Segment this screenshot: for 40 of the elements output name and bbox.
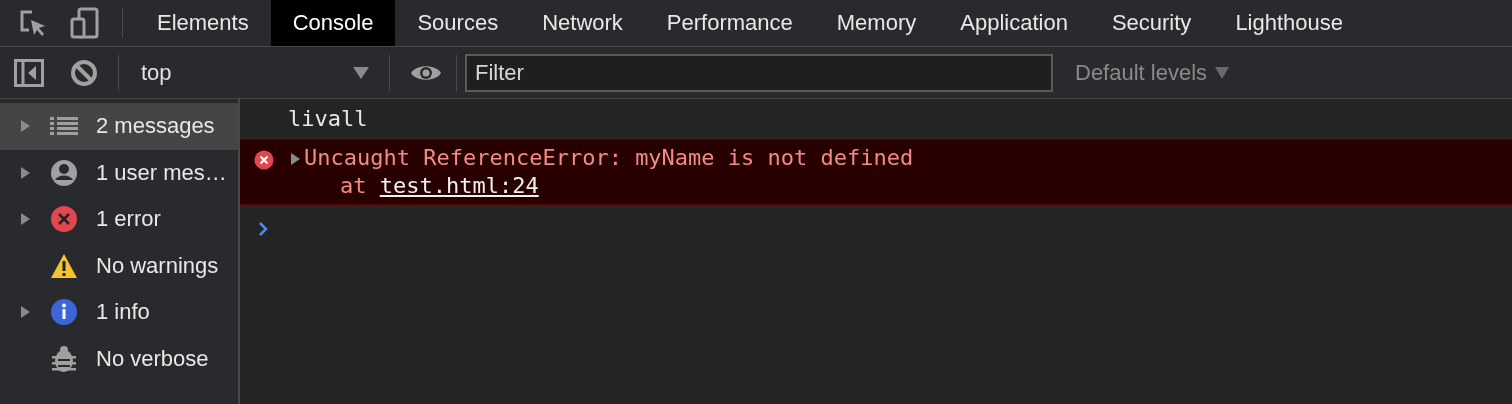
stack-prefix: at [340, 173, 367, 198]
error-icon [50, 205, 78, 234]
tab[interactable]: Lighthouse [1213, 0, 1366, 46]
bug-icon [51, 344, 77, 373]
log-message: livall [287, 105, 369, 133]
sidebar-item[interactable]: 2 messages [0, 103, 238, 150]
user-icon [50, 158, 78, 187]
expand-arrow-icon[interactable] [20, 213, 30, 226]
expand-arrow-icon[interactable] [20, 166, 30, 179]
tab[interactable]: Network [520, 0, 645, 46]
expand-arrow-icon[interactable] [290, 153, 300, 165]
tab[interactable]: Console [270, 0, 396, 46]
prompt-icon[interactable] [258, 221, 268, 237]
clear-icon[interactable] [70, 58, 98, 87]
filter-field[interactable]: Filter [465, 53, 1053, 92]
tab[interactable]: Sources [395, 0, 521, 46]
sidebar-item[interactable]: No verbose [0, 335, 238, 382]
error-text: Uncaught ReferenceError: myName is not defined [304, 144, 914, 172]
context-dropdown[interactable]: top [129, 59, 379, 86]
expand-arrow-icon[interactable] [20, 306, 30, 319]
tab[interactable]: Performance [644, 0, 815, 46]
expand-arrow-icon[interactable] [20, 120, 30, 133]
tab[interactable]: Application [938, 0, 1090, 46]
sidebar-item[interactable]: No warnings [0, 242, 238, 289]
source-link[interactable]: test.html:24 [379, 173, 539, 198]
caret-icon [353, 66, 369, 79]
sidebar-item[interactable]: 1 error [0, 196, 238, 243]
tab[interactable]: Security [1089, 0, 1214, 46]
sidebar-item[interactable]: 1 user mes… [0, 149, 238, 196]
sidebar-item[interactable]: 1 info [0, 289, 238, 336]
info-icon [50, 298, 78, 327]
error-icon [254, 150, 274, 170]
tab[interactable]: Memory [814, 0, 939, 46]
levels-dropdown[interactable]: Default levels [1069, 58, 1236, 87]
warning-icon [50, 252, 78, 279]
list-icon [50, 116, 78, 137]
device-icon[interactable] [70, 7, 100, 39]
caret-icon [1215, 66, 1230, 79]
tab[interactable]: Elements [135, 0, 271, 46]
sidebar-toggle-icon[interactable] [14, 58, 44, 87]
